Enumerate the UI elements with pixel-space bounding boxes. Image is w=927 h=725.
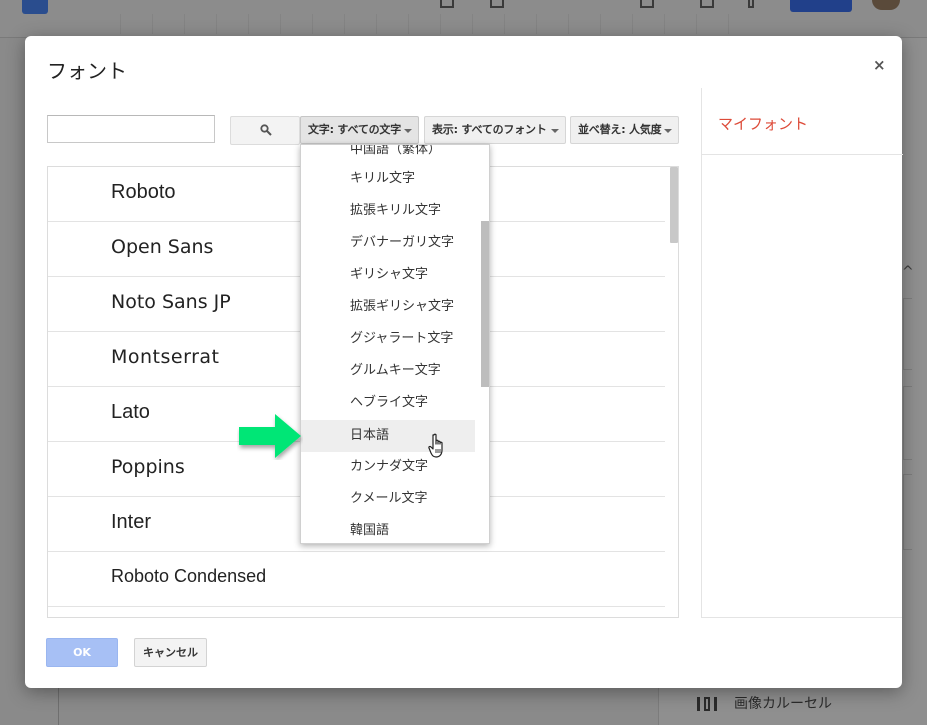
menu-item[interactable]: クメール文字: [301, 483, 475, 515]
background-toolbar: [0, 0, 927, 38]
toolbar-icon: [640, 0, 654, 8]
font-name: Roboto Condensed: [111, 566, 267, 586]
chevron-up-icon: ^: [902, 264, 914, 280]
font-name: Lato: [111, 401, 150, 423]
font-list-item[interactable]: Roboto Condensed: [48, 552, 665, 607]
sort-label: 並べ替え: 人気度: [578, 123, 662, 136]
font-name: Montserrat: [111, 346, 220, 368]
hand-cursor-icon: [428, 433, 443, 458]
ruler: [120, 14, 760, 34]
menu-item[interactable]: 拡張キリル文字: [301, 195, 475, 227]
carousel-icon: [697, 697, 717, 711]
page-edge: [58, 688, 59, 725]
ok-button[interactable]: OK: [46, 638, 118, 667]
cancel-button[interactable]: キャンセル: [134, 638, 207, 667]
sort-dropdown[interactable]: 並べ替え: 人気度: [570, 116, 679, 144]
green-arrow-icon: [239, 414, 301, 458]
font-name: Poppins: [111, 456, 185, 478]
font-name: Noto Sans JP: [111, 291, 231, 313]
carousel-label: 画像カルーセル: [734, 696, 832, 712]
menu-item-japanese[interactable]: 日本語: [301, 420, 475, 452]
font-search-input[interactable]: [47, 115, 215, 143]
toolbar-icon: [440, 0, 454, 8]
font-name: Inter: [111, 511, 152, 533]
side-card: [903, 298, 912, 370]
menu-item[interactable]: ギリシャ文字: [301, 259, 475, 291]
dropdown-scrollbar[interactable]: [481, 221, 489, 387]
script-filter-dropdown[interactable]: 文字: すべての文字: [300, 116, 419, 144]
divider: [702, 154, 903, 155]
toolbar-icon: [490, 0, 504, 8]
font-name: Open Sans: [111, 236, 214, 258]
menu-item[interactable]: 拡張ギリシャ文字: [301, 291, 475, 323]
side-card: [903, 474, 912, 550]
my-fonts-title: マイフォント: [718, 115, 809, 133]
menu-item[interactable]: ヘブライ文字: [301, 387, 475, 419]
close-icon[interactable]: ×: [873, 56, 886, 74]
font-list-scrollbar[interactable]: [670, 167, 678, 243]
menu-item[interactable]: カンナダ文字: [301, 451, 475, 483]
menu-item[interactable]: デバナーガリ文字: [301, 227, 475, 259]
search-icon: [260, 124, 272, 136]
script-dropdown-menu: 中国語（繁体） キリル文字 拡張キリル文字 デバナーガリ文字 ギリシャ文字 拡張…: [300, 144, 490, 544]
avatar: [872, 0, 900, 10]
chevron-down-icon: [664, 129, 672, 133]
more-icon: [748, 0, 754, 8]
chevron-down-icon: [404, 129, 412, 133]
font-name: Roboto: [111, 181, 176, 203]
menu-item[interactable]: グジャラート文字: [301, 323, 475, 355]
show-filter-label: 表示: すべてのフォント: [432, 123, 547, 136]
chevron-down-icon: [551, 129, 559, 133]
search-button[interactable]: [230, 116, 300, 145]
menu-item[interactable]: キリル文字: [301, 163, 475, 195]
font-list-item[interactable]: [48, 607, 665, 617]
menu-item[interactable]: グルムキー文字: [301, 355, 475, 387]
menu-item[interactable]: 韓国語: [301, 515, 475, 543]
show-filter-dropdown[interactable]: 表示: すべてのフォント: [424, 116, 566, 144]
dialog-title: フォント: [47, 59, 127, 83]
script-filter-label: 文字: すべての文字: [308, 123, 402, 136]
settings-icon: [700, 0, 714, 8]
docs-logo-icon: [22, 0, 48, 14]
side-card: [903, 386, 912, 460]
my-fonts-panel: マイフォント: [701, 88, 903, 618]
publish-button: [790, 0, 852, 12]
